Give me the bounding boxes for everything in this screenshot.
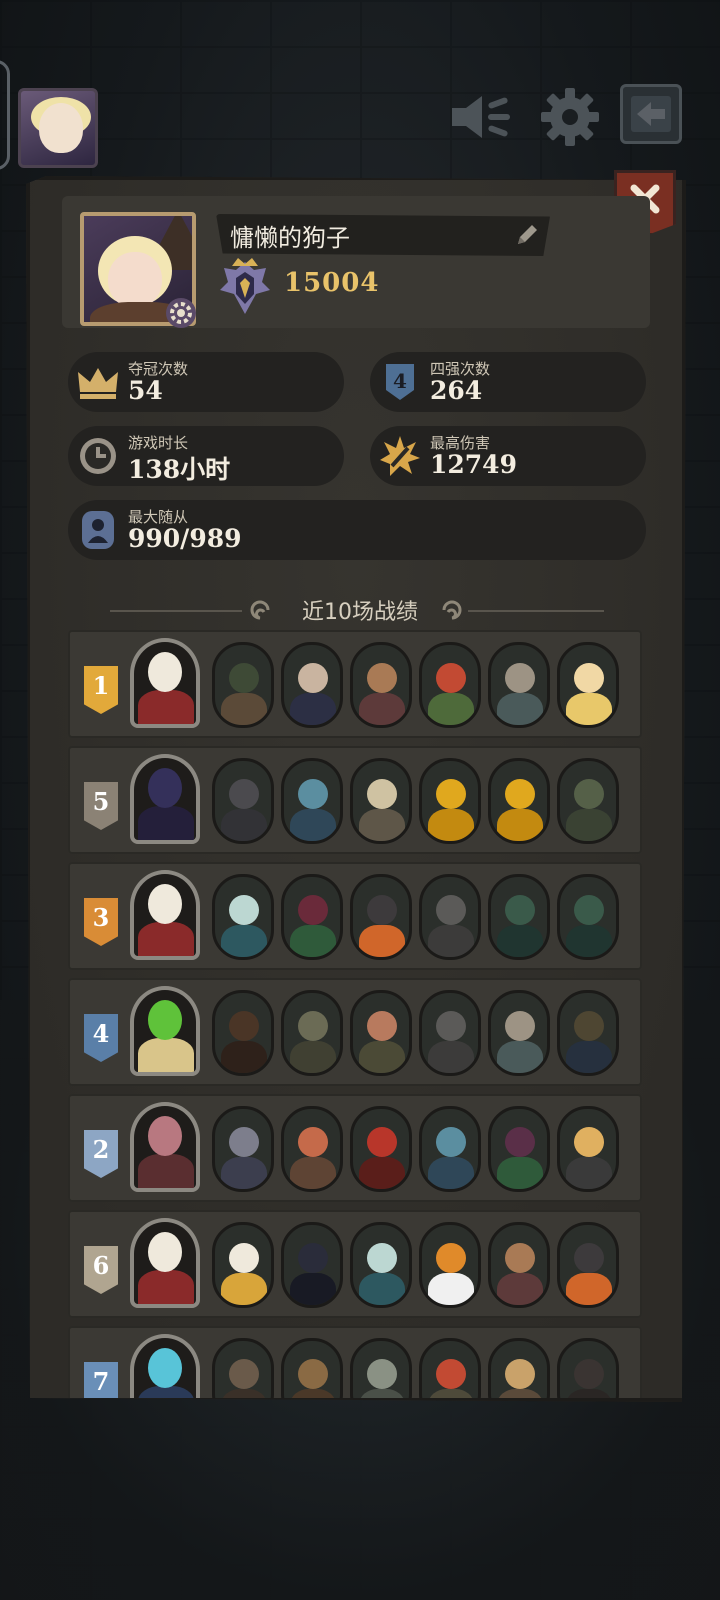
portrait-settings-gear-icon[interactable] [164, 296, 198, 330]
match-row[interactable]: 5 [68, 746, 642, 854]
side-panel-edge [0, 60, 10, 170]
stat-crowns: 夺冠次数 54 [68, 352, 344, 412]
player-name-bar: 慵懒的狗子 [216, 214, 550, 256]
unit-portrait[interactable] [488, 758, 550, 844]
placement-badge: 1 [84, 666, 118, 714]
unit-portrait[interactable] [281, 1338, 343, 1398]
unit-portrait[interactable] [419, 758, 481, 844]
unit-portrait[interactable] [419, 874, 481, 960]
stat-max-units: 最大随从 990/989 [68, 500, 646, 560]
top4-shield-icon: 4 [378, 360, 422, 404]
unit-portrait[interactable] [212, 1338, 274, 1398]
unit-portrait[interactable] [557, 758, 619, 844]
stat-top4: 4 四强次数 264 [370, 352, 646, 412]
unit-portrait[interactable] [281, 990, 343, 1076]
unit-portrait[interactable] [212, 642, 274, 728]
unit-portrait[interactable] [488, 990, 550, 1076]
placement-badge: 4 [84, 1014, 118, 1062]
unit-portrait[interactable] [350, 758, 412, 844]
damage-burst-icon [378, 434, 422, 478]
unit-portrait[interactable] [281, 874, 343, 960]
unit-portrait[interactable] [350, 990, 412, 1076]
hero-portrait[interactable] [130, 870, 200, 960]
section-divider-right [468, 610, 604, 612]
unit-portrait[interactable] [557, 1338, 619, 1398]
hero-portrait[interactable] [130, 1334, 200, 1398]
unit-portrait[interactable] [557, 642, 619, 728]
unit-portrait[interactable] [212, 758, 274, 844]
edit-name-pencil-icon[interactable] [512, 220, 542, 250]
placement-badge: 2 [84, 1130, 118, 1178]
back-arrow-button[interactable] [620, 84, 682, 144]
unit-icon [76, 508, 120, 552]
settings-gear-icon[interactable] [535, 84, 605, 150]
match-row[interactable]: 7 [68, 1326, 642, 1398]
placement-badge: 7 [84, 1362, 118, 1398]
match-row[interactable]: 4 [68, 978, 642, 1086]
unit-portrait[interactable] [212, 990, 274, 1076]
unit-portrait[interactable] [350, 642, 412, 728]
hero-portrait[interactable] [130, 1218, 200, 1308]
unit-portrait[interactable] [557, 990, 619, 1076]
unit-portrait[interactable] [419, 1338, 481, 1398]
match-row[interactable]: 1 [68, 630, 642, 738]
unit-portrait[interactable] [350, 1338, 412, 1398]
hero-portrait[interactable] [130, 754, 200, 844]
stat-max-damage: 最高伤害 12749 [370, 426, 646, 486]
unit-portrait[interactable] [212, 1106, 274, 1192]
unit-portrait[interactable] [419, 990, 481, 1076]
speaker-icon[interactable] [446, 84, 516, 150]
unit-portrait[interactable] [488, 1338, 550, 1398]
hero-portrait[interactable] [130, 638, 200, 728]
stat-play-time: 游戏时长 138小时 [68, 426, 344, 486]
recent-matches-list[interactable]: 1 5 3 4 2 6 7 [66, 630, 650, 1398]
unit-portrait[interactable] [419, 1222, 481, 1308]
unit-portrait[interactable] [488, 642, 550, 728]
placement-badge: 6 [84, 1246, 118, 1294]
clock-icon [76, 434, 120, 478]
match-row[interactable]: 6 [68, 1210, 642, 1318]
unit-portrait[interactable] [419, 1106, 481, 1192]
unit-portrait[interactable] [281, 758, 343, 844]
unit-portrait[interactable] [557, 874, 619, 960]
match-row[interactable]: 3 [68, 862, 642, 970]
unit-portrait[interactable] [488, 1106, 550, 1192]
unit-portrait[interactable] [281, 1106, 343, 1192]
unit-portrait[interactable] [212, 1222, 274, 1308]
unit-portrait[interactable] [350, 874, 412, 960]
placement-badge: 5 [84, 782, 118, 830]
rank-emblem-icon [214, 256, 276, 318]
svg-text:4: 4 [393, 369, 407, 393]
unit-portrait[interactable] [488, 1222, 550, 1308]
unit-portrait[interactable] [419, 642, 481, 728]
unit-portrait[interactable] [281, 1222, 343, 1308]
unit-portrait[interactable] [212, 874, 274, 960]
swirl-ornament-right-icon [440, 598, 464, 622]
player-name: 慵懒的狗子 [230, 223, 350, 252]
hero-portrait[interactable] [130, 1102, 200, 1192]
unit-portrait[interactable] [488, 874, 550, 960]
unit-portrait[interactable] [350, 1222, 412, 1308]
player-rating: 15004 [284, 268, 380, 298]
unit-portrait[interactable] [281, 642, 343, 728]
crown-icon [76, 360, 120, 404]
placement-badge: 3 [84, 898, 118, 946]
unit-portrait[interactable] [557, 1222, 619, 1308]
unit-portrait[interactable] [350, 1106, 412, 1192]
top-avatar[interactable] [18, 88, 98, 168]
unit-portrait[interactable] [557, 1106, 619, 1192]
match-row[interactable]: 2 [68, 1094, 642, 1202]
hero-portrait[interactable] [130, 986, 200, 1076]
recent-matches-title: 近10场战绩 [302, 600, 418, 625]
